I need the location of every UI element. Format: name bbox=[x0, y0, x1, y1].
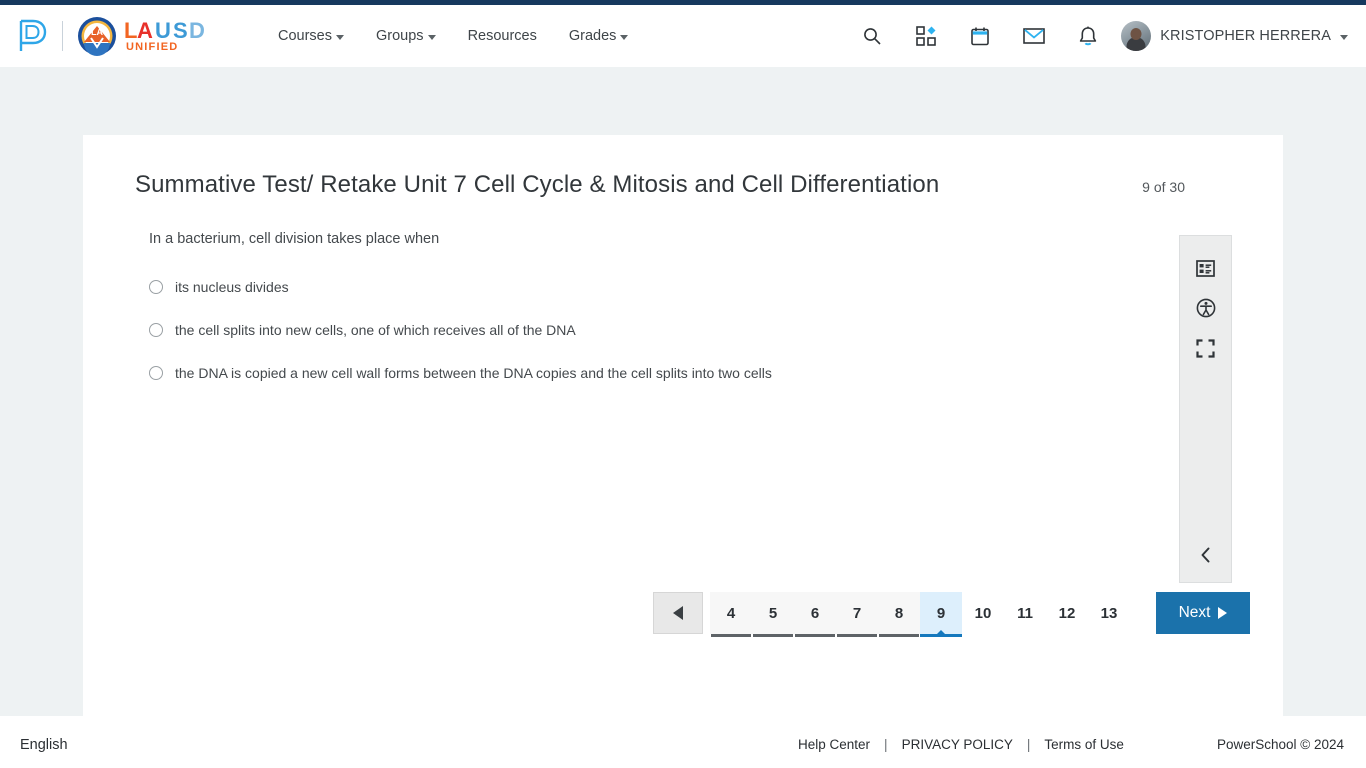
question-area: In a bacterium, cell division takes plac… bbox=[83, 199, 1083, 383]
calendar-icon[interactable] bbox=[953, 14, 1007, 58]
nav-item-courses[interactable]: Courses bbox=[278, 28, 344, 44]
app-header: LA L A U S D UNIFIED Courses Groups Reso… bbox=[0, 5, 1366, 67]
nav-item-resources[interactable]: Resources bbox=[468, 28, 537, 44]
main-nav: Courses Groups Resources Grades bbox=[278, 28, 629, 44]
svg-text:S: S bbox=[173, 18, 188, 43]
svg-text:D: D bbox=[189, 18, 205, 43]
page-title: Summative Test/ Retake Unit 7 Cell Cycle… bbox=[135, 171, 940, 198]
quiz-header: Summative Test/ Retake Unit 7 Cell Cycle… bbox=[83, 135, 1283, 199]
copyright-label: PowerSchool © 2024 bbox=[1216, 737, 1344, 752]
answer-option-label: the cell splits into new cells, one of w… bbox=[175, 321, 576, 338]
footer-link-privacy-policy[interactable]: PRIVACY POLICY bbox=[902, 737, 1013, 752]
answer-option[interactable]: the DNA is copied a new cell wall forms … bbox=[149, 364, 1083, 383]
page-button-9-current[interactable]: 9 bbox=[920, 592, 962, 637]
page-number-label: 6 bbox=[810, 604, 820, 622]
page-button-11[interactable]: 11 bbox=[1004, 592, 1046, 634]
page-number-label: 10 bbox=[974, 604, 992, 622]
page-body: Summative Test/ Retake Unit 7 Cell Cycle… bbox=[0, 67, 1366, 725]
footer-separator: | bbox=[884, 737, 888, 752]
accessibility-icon[interactable] bbox=[1186, 288, 1226, 328]
page-button-6[interactable]: 6 bbox=[794, 592, 836, 637]
page-number-label: 12 bbox=[1058, 604, 1076, 622]
header-actions: KRISTOPHER HERRERA bbox=[845, 14, 1352, 58]
page-button-5[interactable]: 5 bbox=[752, 592, 794, 637]
user-menu[interactable]: KRISTOPHER HERRERA bbox=[1121, 21, 1352, 51]
avatar bbox=[1121, 21, 1152, 51]
answer-option[interactable]: its nucleus divides bbox=[149, 278, 1083, 297]
brand-divider bbox=[62, 21, 63, 51]
mail-icon[interactable] bbox=[1007, 14, 1061, 58]
svg-text:A: A bbox=[137, 18, 153, 43]
page-button-8[interactable]: 8 bbox=[878, 592, 920, 637]
next-button[interactable]: Next bbox=[1156, 592, 1250, 634]
footer-separator: | bbox=[1026, 737, 1031, 752]
answer-option[interactable]: the cell splits into new cells, one of w… bbox=[149, 321, 1083, 340]
page-number-label: 9 bbox=[936, 604, 946, 622]
nav-label-resources: Resources bbox=[467, 28, 537, 44]
brand-area[interactable]: LA L A U S D UNIFIED bbox=[18, 16, 242, 56]
footer-link-terms-of-use[interactable]: Terms of Use bbox=[1044, 737, 1124, 752]
pagination: 4 5 6 7 8 9 10 11 12 13 Next bbox=[653, 592, 1250, 637]
triangle-right-icon bbox=[1218, 607, 1228, 619]
nav-label-courses: Courses bbox=[278, 28, 332, 44]
chevron-down-icon bbox=[427, 34, 436, 40]
nav-item-grades[interactable]: Grades bbox=[569, 28, 629, 44]
answer-options: its nucleus divides the cell splits into… bbox=[149, 278, 1083, 383]
page-number-label: 11 bbox=[1017, 604, 1033, 622]
chevron-down-icon bbox=[620, 34, 629, 40]
question-text: In a bacterium, cell division takes plac… bbox=[149, 231, 440, 247]
search-icon[interactable] bbox=[845, 14, 899, 58]
answer-option-label: the DNA is copied a new cell wall forms … bbox=[175, 364, 772, 381]
question-list-icon[interactable] bbox=[1186, 248, 1226, 288]
svg-text:U: U bbox=[155, 18, 171, 43]
page-button-10[interactable]: 10 bbox=[962, 592, 1004, 634]
svg-text:L: L bbox=[124, 18, 137, 43]
chevron-down-icon bbox=[1340, 34, 1348, 40]
nav-label-groups: Groups bbox=[376, 28, 424, 44]
page-button-7[interactable]: 7 bbox=[836, 592, 878, 637]
nav-item-groups[interactable]: Groups bbox=[376, 28, 436, 44]
page-number-label: 4 bbox=[726, 604, 736, 622]
app-footer: English Help Center | PRIVACY POLICY | T… bbox=[0, 716, 1366, 768]
page-number-label: 7 bbox=[852, 604, 862, 622]
footer-link-help-center[interactable]: Help Center bbox=[798, 737, 870, 752]
svg-text:UNIFIED: UNIFIED bbox=[126, 41, 178, 53]
powerschool-logo-icon[interactable] bbox=[18, 19, 48, 53]
question-progress-counter: 9 of 30 bbox=[1142, 179, 1185, 195]
nav-label-grades: Grades bbox=[568, 28, 617, 44]
page-number-label: 8 bbox=[894, 604, 904, 622]
user-name-label: KRISTOPHER HERRERA bbox=[1160, 28, 1331, 44]
radio-button-icon[interactable] bbox=[149, 280, 163, 295]
previous-page-button[interactable] bbox=[653, 592, 703, 634]
radio-button-icon[interactable] bbox=[149, 365, 163, 380]
apps-grid-icon[interactable] bbox=[899, 14, 953, 58]
tool-rail bbox=[1179, 235, 1232, 583]
page-button-12[interactable]: 12 bbox=[1046, 592, 1088, 634]
lausd-logo-icon[interactable]: LA L A U S D UNIFIED bbox=[77, 16, 242, 56]
svg-text:LA: LA bbox=[91, 27, 103, 37]
footer-links: Help Center | PRIVACY POLICY | Terms of … bbox=[798, 737, 1124, 752]
quiz-card: Summative Test/ Retake Unit 7 Cell Cycle… bbox=[83, 135, 1283, 725]
chevron-left-icon[interactable] bbox=[1186, 538, 1226, 572]
fullscreen-icon[interactable] bbox=[1186, 328, 1226, 368]
page-button-4[interactable]: 4 bbox=[710, 592, 752, 637]
page-number-label: 13 bbox=[1100, 604, 1118, 622]
chevron-down-icon bbox=[336, 34, 344, 40]
language-selector[interactable]: English bbox=[20, 737, 68, 753]
page-button-13[interactable]: 13 bbox=[1088, 592, 1130, 634]
current-page-pointer-icon bbox=[935, 630, 947, 636]
triangle-left-icon bbox=[673, 606, 683, 620]
answer-option-label: its nucleus divides bbox=[175, 279, 289, 296]
page-number-label: 5 bbox=[768, 604, 778, 622]
bell-icon[interactable] bbox=[1061, 14, 1115, 58]
next-button-label: Next bbox=[1178, 604, 1211, 621]
radio-button-icon[interactable] bbox=[149, 322, 163, 337]
